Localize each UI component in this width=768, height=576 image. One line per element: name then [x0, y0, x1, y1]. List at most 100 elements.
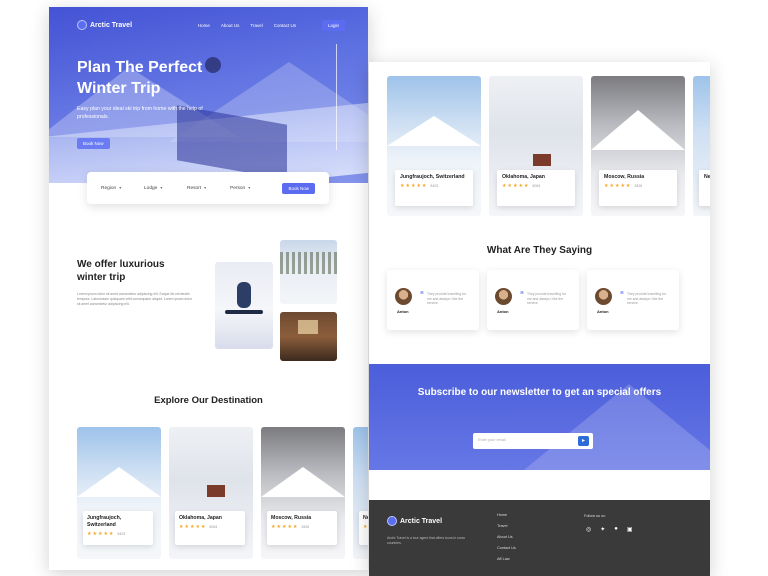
testimonial-text: They provide travelling for me and alway… [527, 292, 567, 306]
lodge-select[interactable]: Lodge ▾ [144, 185, 187, 191]
star-icons: ★★★★★ [502, 183, 530, 189]
lodge-label: Lodge [144, 186, 158, 191]
destination-name: Ne [363, 515, 368, 521]
destination-name: Jungfraujoch, Switzerland [87, 515, 122, 528]
review-count: 5403 [117, 532, 126, 536]
hero-book-button[interactable]: Book Now [77, 138, 110, 149]
footer-link-travel[interactable]: Travel [497, 524, 516, 528]
testimonial-name: Anton [497, 309, 509, 314]
region-select[interactable]: Region ▾ [101, 185, 144, 191]
top-nav: Arctic Travel Home About Us Travel Conta… [77, 17, 345, 33]
review-count: 2826 [301, 525, 310, 529]
instagram-icon[interactable]: ◎ [586, 526, 591, 533]
destination-cards: Jungfraujoch, Switzerland ★★★★★ 5403 Okla… [77, 427, 368, 559]
destination-info: Ne ★★ [359, 511, 368, 545]
destination-info: Jungfraujoch, Switzerland ★★★★★ 5403 [83, 511, 153, 545]
twitter-icon[interactable]: ✦ [600, 526, 605, 533]
star-icons: ★★★★★ [87, 531, 115, 537]
footer-link-law[interactable]: Aff Law [497, 557, 516, 561]
email-field[interactable]: Enter your email ▸ [473, 433, 593, 449]
destination-card[interactable]: Jungfraujoch, Switzerland ★★★★★ 5403 [77, 427, 161, 559]
newsletter-section: Subscribe to our newsletter to get an sp… [369, 364, 710, 470]
destination-card[interactable]: Oklahoma, Japan ★★★★★ 5063 [169, 427, 253, 559]
mountain-shape [261, 467, 345, 497]
nav-link-home[interactable]: Home [198, 23, 210, 28]
star-icons: ★★★★★ [604, 183, 632, 189]
testimonial-text: They provide travelling for me and alway… [627, 292, 667, 306]
destination-info: Jungfraujoch, Switzerland ★★★★★ 5403 [395, 170, 473, 206]
person-select[interactable]: Person ▾ [230, 185, 273, 191]
facebook-icon[interactable]: ● [614, 526, 618, 533]
destination-cards: Jungfraujoch, Switzerland ★★★★★ 5403 Okla… [387, 76, 710, 216]
hero-title: Plan The Perfect Winter Trip [77, 59, 203, 97]
destination-card[interactable]: Moscow, Russia ★★★★★ 2826 [261, 427, 345, 559]
nav-menu: Home About Us Travel Contact Us [198, 23, 296, 28]
region-label: Region [101, 186, 117, 191]
avatar [395, 288, 412, 305]
testimonial-cards: Anton “ They provide travelling for me a… [387, 270, 679, 330]
divider-line [336, 44, 337, 150]
login-button[interactable]: Login [321, 19, 345, 31]
nav-link-travel[interactable]: Travel [250, 23, 262, 28]
rating-stars: ★★★★★ 5403 [87, 531, 149, 537]
testimonials-title: What Are They Saying [486, 245, 593, 256]
logo-icon [387, 516, 397, 526]
cabin-interior-photo [280, 312, 337, 361]
trees-shape [280, 252, 337, 274]
rating-stars: ★★★★★ 5063 [179, 524, 241, 530]
cabin-shape [533, 154, 551, 166]
testimonial-card: Anton “ They provide travelling for me a… [587, 270, 679, 330]
quote-icon: “ [520, 290, 524, 299]
destination-card[interactable]: Moscow, Russia ★★★★★ 2826 [591, 76, 685, 216]
mountain-shape [77, 467, 161, 497]
offer-text: Lorem ipsum dolor sit amet consectetur a… [77, 292, 192, 306]
review-count: 2826 [634, 184, 643, 188]
nav-link-about[interactable]: About Us [221, 23, 240, 28]
hero-section: Arctic Travel Home About Us Travel Conta… [49, 7, 368, 183]
testimonial-text: They provide travelling for me and alway… [427, 292, 467, 306]
search-book-button[interactable]: Book Now [282, 182, 315, 194]
snowboarder-photo [215, 262, 273, 349]
destination-name: Ne [704, 174, 710, 180]
footer-description: Arctic Travel is a tour agent that offer… [387, 536, 465, 545]
destination-name: Jungfraujoch, Switzerland [400, 174, 465, 180]
destination-info: Oklahoma, Japan ★★★★★ 5063 [175, 511, 245, 545]
site-logo[interactable]: Arctic Travel [77, 20, 132, 30]
email-placeholder: Enter your email [478, 438, 506, 442]
footer-link-home[interactable]: Home [497, 513, 516, 517]
destination-info: Oklahoma, Japan ★★★★★ 5063 [497, 170, 575, 206]
footer-link-contact[interactable]: Contact Us [497, 546, 516, 550]
rating-stars: ★★ [363, 524, 368, 530]
window-shape [298, 320, 318, 334]
destination-card[interactable]: Ne [693, 76, 710, 216]
newsletter-title: Subscribe to our newsletter to get an sp… [417, 387, 662, 398]
testimonial-name: Anton [397, 309, 409, 314]
linkedin-icon[interactable]: ▣ [627, 526, 633, 533]
footer-link-about[interactable]: About Us [497, 535, 516, 539]
footer-logo[interactable]: Arctic Travel [387, 516, 442, 526]
avatar [495, 288, 512, 305]
cabin-shape [207, 485, 225, 497]
landing-page-right: Jungfraujoch, Switzerland ★★★★★ 5403 Okla… [369, 62, 710, 576]
star-icons: ★★★★★ [400, 183, 428, 189]
chevron-down-icon: ▾ [204, 185, 207, 190]
star-icons: ★★★★★ [179, 524, 207, 530]
send-icon[interactable]: ▸ [578, 436, 589, 446]
rider-shape [237, 282, 251, 308]
person-label: Person [230, 186, 246, 191]
search-bar: Region ▾ Lodge ▾ Resort ▾ Person ▾ Book Now [87, 172, 329, 204]
nav-link-contact[interactable]: Contact Us [274, 23, 296, 28]
chevron-down-icon: ▾ [160, 185, 163, 190]
destination-info: Moscow, Russia ★★★★★ 2826 [599, 170, 677, 206]
destination-card[interactable]: Oklahoma, Japan ★★★★★ 5063 [489, 76, 583, 216]
destination-name: Moscow, Russia [271, 515, 312, 521]
social-links: ◎ ✦ ● ▣ [586, 526, 633, 533]
resort-select[interactable]: Resort ▾ [187, 185, 230, 191]
destination-card[interactable]: Jungfraujoch, Switzerland ★★★★★ 5403 [387, 76, 481, 216]
testimonial-name: Anton [597, 309, 609, 314]
footer: Arctic Travel Arctic Travel is a tour ag… [369, 500, 710, 576]
rating-stars: ★★★★★ 5403 [400, 183, 468, 189]
rating-stars: ★★★★★ 2826 [271, 524, 333, 530]
chevron-down-icon: ▾ [119, 185, 122, 190]
destination-card[interactable]: Ne ★★ [353, 427, 368, 559]
